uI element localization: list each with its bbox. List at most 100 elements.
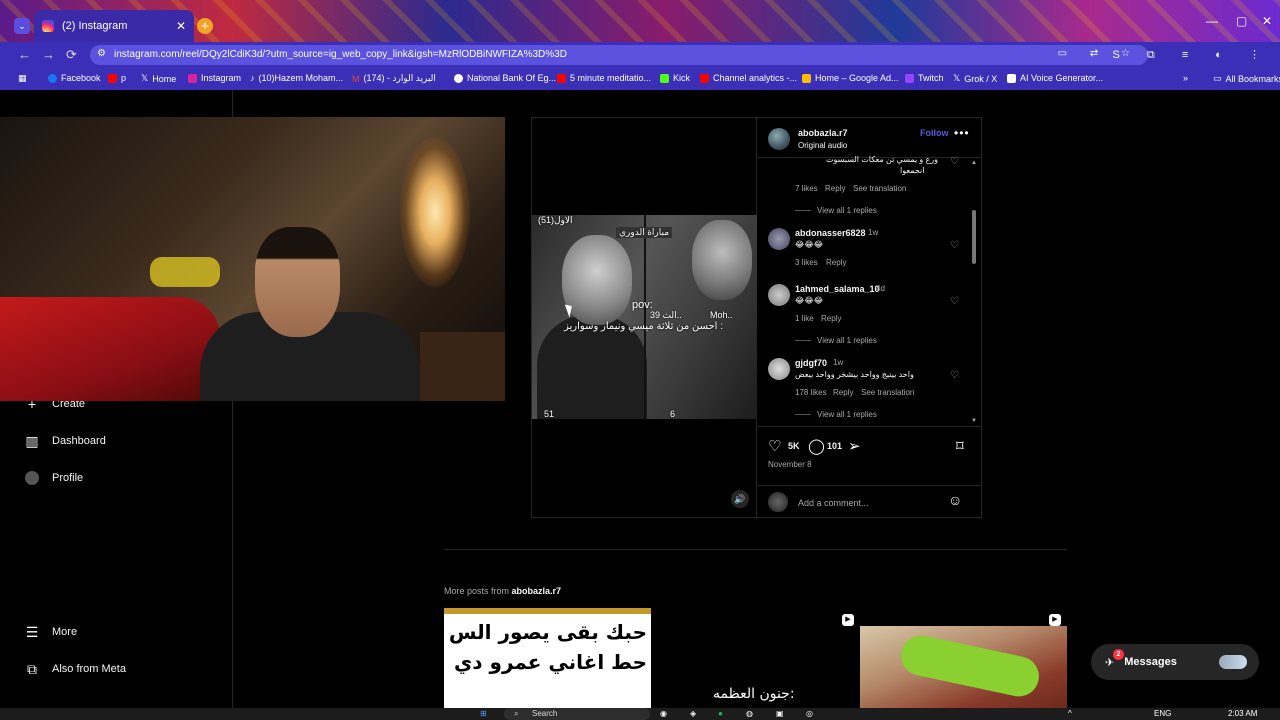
more-posts-username[interactable]: abobazla.r7	[512, 586, 562, 596]
commenter-avatar[interactable]	[768, 358, 790, 380]
bookmark-ai-voice[interactable]: AI Voice Generator...	[1007, 73, 1103, 83]
more-post-thumbnail-2[interactable]: ▶ جنون العظمه:	[653, 608, 858, 708]
author-username[interactable]: abobazla.r7	[798, 128, 848, 138]
apps-icon[interactable]: ▦	[18, 73, 27, 84]
back-icon[interactable]: ←	[18, 47, 31, 62]
close-tab-icon[interactable]: ✕	[176, 19, 186, 33]
lamp-light	[400, 137, 470, 287]
reply-link[interactable]: Reply	[825, 184, 845, 193]
scrollbar-thumb[interactable]	[972, 210, 976, 264]
bookmark-nbe[interactable]: National Bank Of Eg...	[454, 73, 556, 83]
video-second-person-face	[692, 220, 752, 300]
see-translation-link[interactable]: See translation	[853, 184, 906, 193]
reload-icon[interactable]: ⟳	[66, 47, 77, 63]
clock[interactable]: 2:03 AM	[1228, 709, 1257, 718]
sidebar-item-also-from-meta[interactable]: ⧉ Also from Meta	[24, 661, 126, 677]
likes-count[interactable]: 5K	[788, 441, 800, 451]
save-bookmark-icon[interactable]: ⌑	[956, 437, 964, 455]
commenter-avatar[interactable]	[768, 228, 790, 250]
pillow	[150, 257, 220, 287]
emoji-icon[interactable]: ☺	[948, 492, 962, 508]
site-info-icon[interactable]: ⚙	[97, 48, 106, 59]
bookmark-p[interactable]: p	[108, 73, 126, 83]
more-options-icon[interactable]: •••	[954, 126, 970, 140]
more-bookmarks-icon[interactable]: »	[1183, 73, 1188, 83]
comment-likes[interactable]: 7 likes	[795, 184, 818, 193]
comment-likes[interactable]: 1 like	[795, 314, 814, 323]
discord-icon[interactable]: ◈	[690, 709, 696, 718]
comment-likes[interactable]: 178 likes	[795, 388, 827, 397]
steam-icon[interactable]: ◍	[746, 709, 753, 718]
extensions-icons[interactable]: S ⧉ ≡ ◐ ⋮	[1113, 48, 1272, 62]
maximize-icon[interactable]: ▢	[1236, 14, 1247, 28]
close-window-icon[interactable]: ✕	[1262, 14, 1272, 28]
bookmark-channel-analytics[interactable]: Channel analytics -...	[700, 73, 797, 83]
browser-tab-instagram[interactable]: (2) Instagram ✕	[34, 10, 194, 42]
speaker-icon[interactable]: 🔊	[731, 490, 749, 508]
bookmark-instagram[interactable]: Instagram	[188, 73, 241, 83]
add-comment-input[interactable]: Add a comment...	[798, 498, 869, 508]
tray-chevron-icon[interactable]: ^	[1068, 709, 1072, 718]
see-translation-link[interactable]: See translation	[861, 388, 914, 397]
bookmark-twitch[interactable]: Twitch	[905, 73, 944, 83]
like-comment-icon[interactable]: ♡	[950, 296, 959, 307]
video-frame: (51)الاول مباراة الدوري pov: 39 الث.. Mo…	[532, 215, 757, 419]
like-comment-icon[interactable]: ♡	[950, 240, 959, 251]
comment-username[interactable]: abdonasser6828	[795, 228, 866, 238]
comment-username[interactable]: gjdgf70	[795, 358, 827, 368]
more-post-thumbnail-1[interactable]: حبك بقى يصور الس حط اغاني عمرو دي	[444, 608, 651, 708]
scroll-up-icon[interactable]: ▲	[971, 160, 977, 166]
spotify-icon[interactable]: ●	[718, 709, 723, 718]
all-bookmarks[interactable]: ▭ All Bookmarks	[1213, 73, 1280, 84]
original-audio[interactable]: Original audio	[798, 141, 847, 150]
comment-icon[interactable]: ◯	[808, 437, 825, 455]
view-replies-link[interactable]: View all 1 replies	[817, 410, 877, 419]
bookmark-home[interactable]: 𝕏 Home	[141, 73, 176, 84]
sidebar-item-profile[interactable]: Profile	[24, 470, 83, 486]
reply-link[interactable]: Reply	[833, 388, 853, 397]
comment-likes[interactable]: 3 likes	[795, 258, 818, 267]
instagram-page: + Create ▥ Dashboard Profile ☰ More ⧉ Al…	[0, 90, 1280, 708]
taskbar-search[interactable]: ⌕ Search	[504, 708, 650, 720]
follow-button[interactable]: Follow	[920, 128, 949, 138]
share-icon[interactable]: ➢	[848, 437, 861, 455]
like-comment-icon[interactable]: ♡	[950, 370, 959, 381]
sidebar-item-dashboard[interactable]: ▥ Dashboard	[24, 433, 105, 449]
comments-scrollbar[interactable]: ▲ ▼	[971, 160, 977, 426]
obs-icon[interactable]: ◎	[806, 709, 813, 718]
photos-icon[interactable]: ▣	[776, 709, 784, 718]
bookmark-meditation[interactable]: 5 minute meditatio...	[557, 73, 651, 83]
like-heart-icon[interactable]: ♡	[768, 437, 781, 455]
messages-button[interactable]: ✈ 2 Messages	[1091, 644, 1259, 680]
sidebar-item-more[interactable]: ☰ More	[24, 624, 77, 640]
reply-link[interactable]: Reply	[826, 258, 846, 267]
windows-taskbar: ⊞ ⌕ Search ◉ ◈ ● ◍ ▣ ◎ ^ ENG 2:03 AM	[0, 708, 1280, 720]
like-comment-icon[interactable]: ♡	[950, 156, 959, 167]
author-avatar[interactable]	[768, 128, 790, 150]
tab-search-button[interactable]: ⌄	[14, 18, 30, 34]
commenter-avatar[interactable]	[768, 284, 790, 306]
comment-username[interactable]: 1ahmed_salama_10	[795, 284, 880, 294]
comments-count[interactable]: 101	[827, 441, 842, 451]
bookmark-google-ads[interactable]: Home – Google Ad...	[802, 73, 899, 83]
new-tab-button[interactable]: +	[197, 18, 213, 34]
chrome-icon[interactable]: ◉	[660, 709, 667, 718]
language-indicator[interactable]: ENG	[1154, 709, 1171, 718]
bookmark-facebook[interactable]: Facebook	[48, 73, 101, 83]
bookmark-kick[interactable]: Kick	[660, 73, 690, 83]
bookmark-grok[interactable]: 𝕏 Grok / X	[953, 73, 997, 84]
reply-link[interactable]: Reply	[821, 314, 841, 323]
video-split-divider	[644, 215, 646, 419]
scroll-down-icon[interactable]: ▼	[971, 418, 977, 424]
minimize-icon[interactable]: —	[1206, 14, 1218, 28]
view-replies-link[interactable]: View all 1 replies	[817, 336, 877, 345]
forward-icon[interactable]: →	[42, 47, 55, 62]
reel-video[interactable]: (51)الاول مباراة الدوري pov: 39 الث.. Mo…	[532, 118, 757, 517]
more-post-thumbnail-3[interactable]	[860, 626, 1067, 708]
view-replies-link[interactable]: View all 1 replies	[817, 206, 877, 215]
address-bar[interactable]: ⚙ instagram.com/reel/DQy2lCdiK3d/?utm_so…	[90, 45, 1148, 65]
menu-icon: ☰	[25, 623, 39, 640]
bookmark-tiktok[interactable]: ♪ (10)Hazem Moham...	[250, 73, 343, 83]
bookmark-gmail[interactable]: M (174) - البريد الوارد	[352, 73, 436, 84]
windows-start-icon[interactable]: ⊞	[480, 709, 487, 718]
